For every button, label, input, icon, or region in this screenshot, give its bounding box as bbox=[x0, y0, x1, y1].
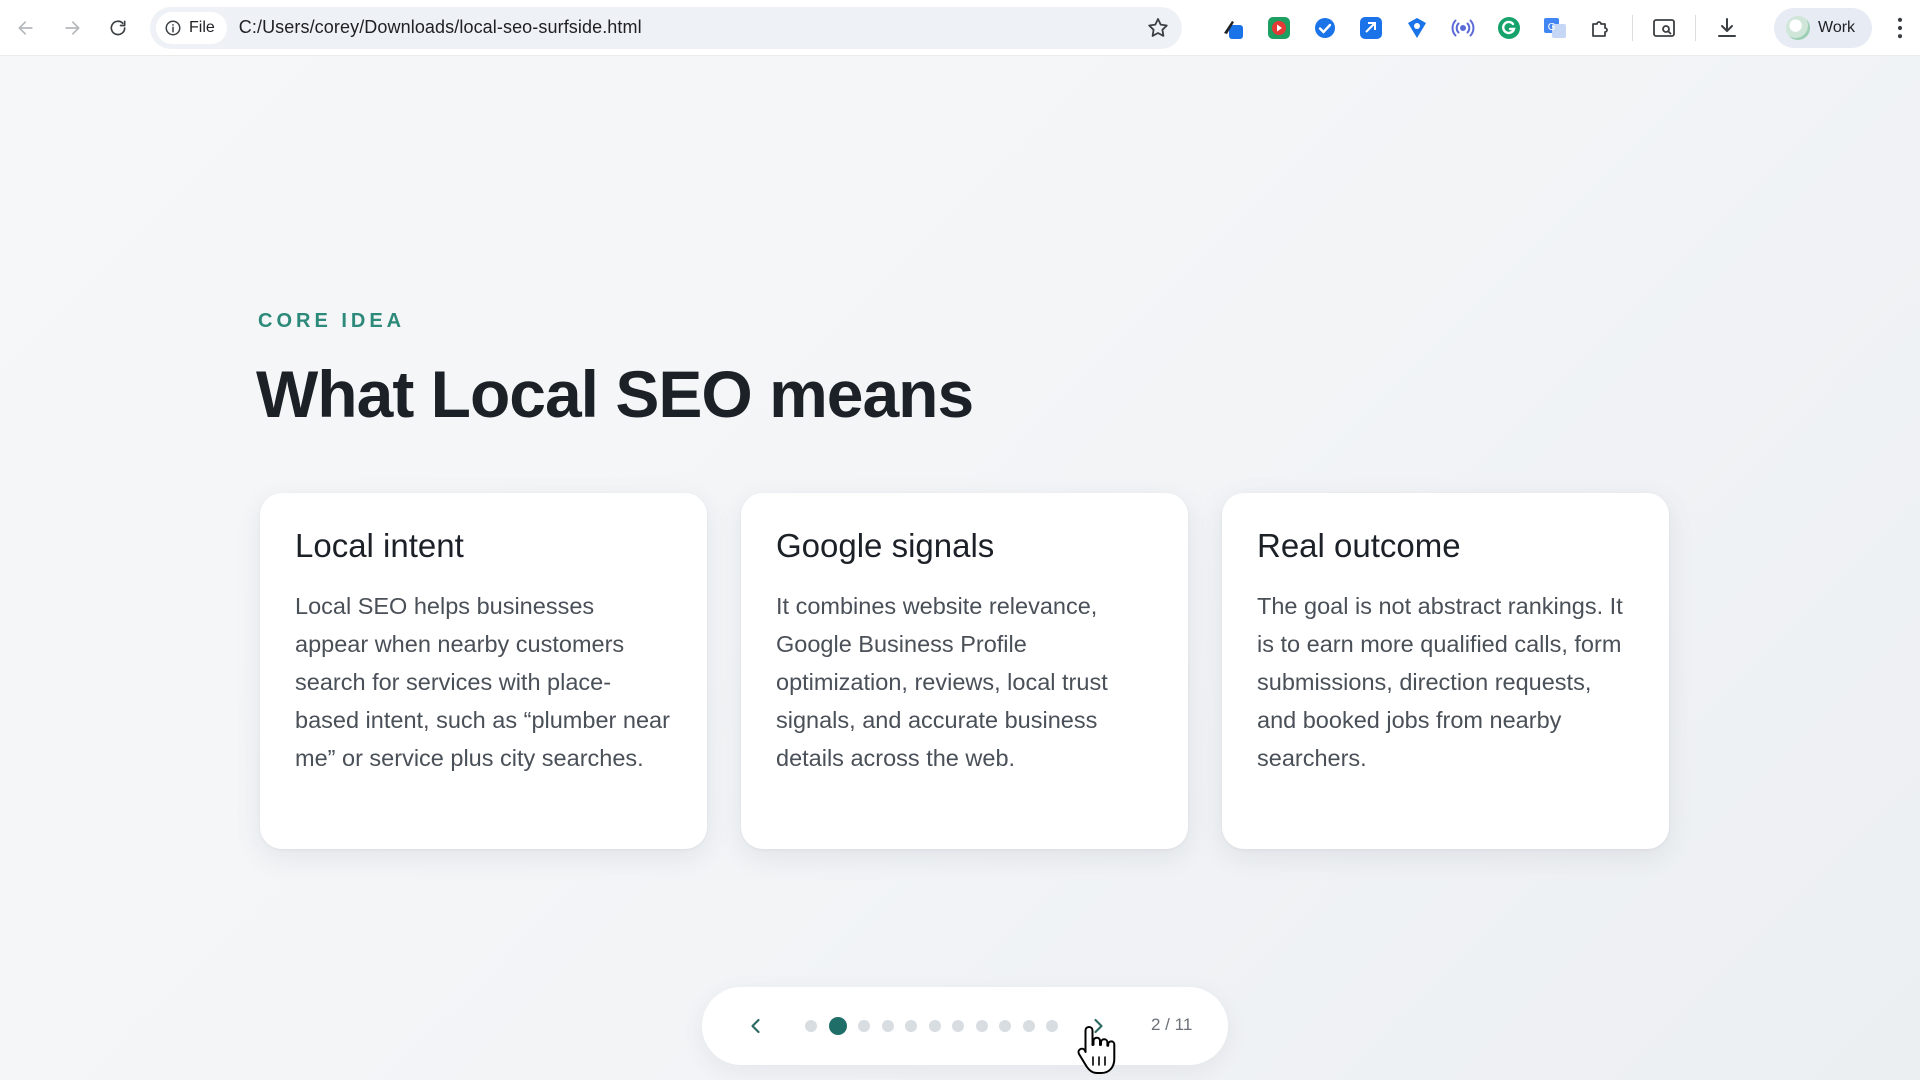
broadcast-extension-icon[interactable] bbox=[1448, 13, 1478, 43]
pen-extension-icon[interactable] bbox=[1218, 13, 1248, 43]
bookmark-star-icon[interactable] bbox=[1146, 16, 1170, 40]
chevron-left-icon[interactable] bbox=[744, 1014, 768, 1038]
slide-title: What Local SEO means bbox=[256, 357, 974, 431]
grammarly-icon[interactable] bbox=[1494, 13, 1524, 43]
profile-avatar bbox=[1786, 16, 1810, 40]
slide-eyebrow: CORE IDEA bbox=[258, 310, 406, 332]
url-text[interactable]: C:/Users/corey/Downloads/local-seo-surfs… bbox=[239, 17, 642, 38]
card-row: Local intent Local SEO helps businesses … bbox=[260, 493, 1669, 849]
pager-dot-4[interactable] bbox=[881, 1020, 894, 1032]
pager-dot-6[interactable] bbox=[928, 1020, 941, 1032]
tag-extension-icon[interactable] bbox=[1356, 13, 1386, 43]
extensions-bar: G bbox=[1218, 8, 1742, 48]
site-chip-label: File bbox=[189, 18, 215, 36]
svg-text:G: G bbox=[1548, 22, 1556, 33]
arrow-left-icon bbox=[18, 20, 33, 35]
reload-button[interactable] bbox=[98, 8, 138, 48]
pager-dot-7[interactable] bbox=[952, 1020, 964, 1032]
pager-dot-11[interactable] bbox=[1046, 1020, 1058, 1032]
video-record-extension-icon[interactable] bbox=[1264, 13, 1294, 43]
card-heading: Google signals bbox=[776, 527, 995, 564]
address-bar[interactable]: File C:/Users/corey/Downloads/local-seo-… bbox=[150, 6, 1182, 49]
profile-label: Work bbox=[1818, 19, 1856, 36]
pager-dot-8[interactable] bbox=[975, 1020, 988, 1032]
pager-dot-10[interactable] bbox=[1022, 1020, 1035, 1032]
browser-toolbar: File C:/Users/corey/Downloads/local-seo-… bbox=[0, 0, 1920, 56]
card-heading: Local intent bbox=[295, 527, 464, 564]
pager-dot-9[interactable] bbox=[999, 1020, 1011, 1032]
card-body: The goal is not abstract rankings. It is… bbox=[1257, 593, 1623, 771]
card-body: Local SEO helps businesses appear when n… bbox=[295, 593, 670, 771]
shield-arrow-extension-icon[interactable] bbox=[1402, 13, 1432, 43]
slide-counter: 2 / 11 bbox=[1151, 1015, 1193, 1034]
check-extension-icon[interactable] bbox=[1310, 13, 1340, 43]
slide-pager: 2 / 11 bbox=[702, 987, 1228, 1065]
pager-dots bbox=[805, 1017, 1058, 1035]
translate-icon[interactable]: G bbox=[1540, 13, 1570, 43]
card-real-outcome: Real outcome The goal is not abstract ra… bbox=[1222, 493, 1669, 849]
site-info-chip[interactable]: File bbox=[156, 11, 227, 44]
hand-cursor-icon bbox=[1077, 1026, 1116, 1074]
toolbar-separator bbox=[1695, 15, 1696, 41]
card-google-signals: Google signals It combines website relev… bbox=[741, 493, 1188, 849]
download-icon[interactable] bbox=[1712, 13, 1742, 43]
profile-button[interactable]: Work bbox=[1774, 8, 1872, 48]
slide-viewport: CORE IDEA What Local SEO means Local int… bbox=[0, 56, 1920, 1080]
forward-button[interactable] bbox=[52, 8, 92, 48]
puzzle-icon[interactable] bbox=[1586, 13, 1616, 43]
back-button[interactable] bbox=[6, 8, 46, 48]
tab-search-icon[interactable] bbox=[1649, 13, 1679, 43]
card-body: It combines website relevance, Google Bu… bbox=[776, 593, 1108, 771]
pager-dot-2[interactable] bbox=[828, 1017, 847, 1035]
pager-dot-5[interactable] bbox=[905, 1020, 917, 1032]
pager-dot-1[interactable] bbox=[805, 1020, 817, 1032]
card-local-intent: Local intent Local SEO helps businesses … bbox=[260, 493, 707, 849]
info-icon bbox=[165, 20, 181, 35]
more-menu-icon[interactable] bbox=[1886, 14, 1914, 42]
reload-icon bbox=[110, 19, 126, 35]
toolbar-separator bbox=[1632, 15, 1633, 41]
arrow-right-icon bbox=[65, 20, 80, 35]
card-heading: Real outcome bbox=[1257, 527, 1461, 564]
pager-dot-3[interactable] bbox=[858, 1020, 870, 1032]
